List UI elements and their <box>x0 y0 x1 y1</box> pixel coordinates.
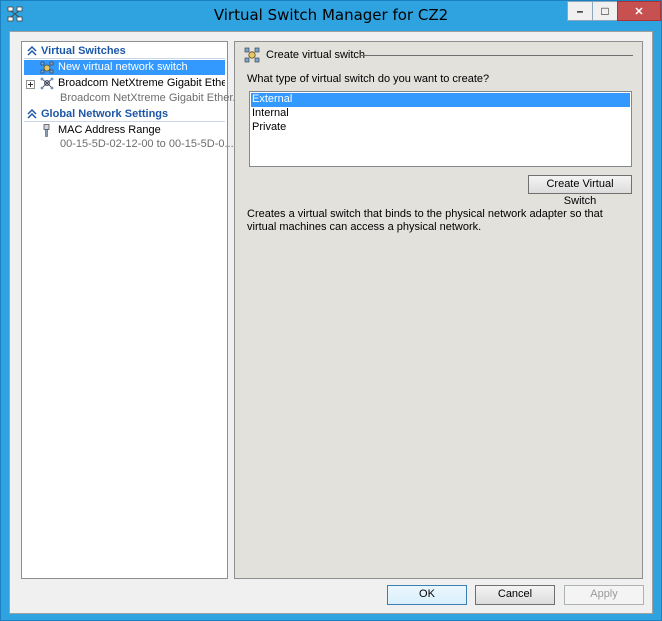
tree-item-mac-address-range[interactable]: MAC Address Range <box>24 123 225 138</box>
dialog-client-area: Virtual Switches New virtual network swi… <box>9 31 653 614</box>
expand-icon[interactable] <box>26 80 35 89</box>
section-global-network-settings[interactable]: Global Network Settings <box>24 107 225 122</box>
tree-item-label: Broadcom NetXtreme Gigabit Ether... <box>58 77 225 89</box>
tree-item-subtext: Broadcom NetXtreme Gigabit Ether... <box>60 92 242 104</box>
header-divider <box>361 55 633 56</box>
close-icon: ✕ <box>634 5 644 18</box>
switch-type-description: Creates a virtual switch that binds to t… <box>247 208 603 233</box>
tree-item-new-virtual-switch[interactable]: New virtual network switch <box>24 60 225 75</box>
switch-type-internal[interactable]: Internal <box>251 107 630 121</box>
new-switch-icon <box>40 61 54 74</box>
tree-item-label: New virtual network switch <box>58 61 188 73</box>
cancel-button[interactable]: Cancel <box>475 585 555 605</box>
minimize-icon: – <box>576 4 584 18</box>
ok-button[interactable]: OK <box>387 585 467 605</box>
section-virtual-switches[interactable]: Virtual Switches <box>24 44 225 59</box>
title-bar[interactable]: Virtual Switch Manager for CZ2 – □ ✕ <box>1 1 661 28</box>
new-switch-icon <box>244 47 260 63</box>
create-virtual-switch-button[interactable]: Create Virtual Switch <box>528 175 632 207</box>
switch-type-question: What type of virtual switch do you want … <box>247 73 490 85</box>
close-button[interactable]: ✕ <box>617 1 661 21</box>
collapse-chevron-icon <box>27 45 37 56</box>
navigation-tree[interactable]: Virtual Switches New virtual network swi… <box>21 41 242 579</box>
panel-header: Create virtual switch <box>266 49 366 61</box>
section-title: Global Network Settings <box>41 108 169 120</box>
collapse-chevron-icon <box>27 108 37 119</box>
section-title: Virtual Switches <box>41 45 126 57</box>
tree-item-label: MAC Address Range <box>58 124 161 136</box>
tree-item-broadcom-switch[interactable]: Broadcom NetXtreme Gigabit Ether... <box>24 76 225 91</box>
switch-type-listbox[interactable]: External Internal Private <box>249 91 632 167</box>
window-title: Virtual Switch Manager for CZ2 <box>213 6 449 24</box>
minimize-button[interactable]: – <box>567 1 593 21</box>
switch-type-private[interactable]: Private <box>251 121 630 135</box>
switch-type-external[interactable]: External <box>251 93 630 107</box>
mac-address-icon <box>43 124 50 137</box>
maximize-button[interactable]: □ <box>592 1 618 21</box>
tree-item-subtext: 00-15-5D-02-12-00 to 00-15-5D-0... <box>60 138 234 150</box>
network-switch-icon <box>40 77 54 90</box>
maximize-icon: □ <box>601 4 609 18</box>
virtual-switch-manager-window: Virtual Switch Manager for CZ2 – □ ✕ Vir… <box>0 0 662 621</box>
apply-button[interactable]: Apply <box>564 585 644 605</box>
create-switch-panel: Create virtual switch What type of virtu… <box>234 41 643 579</box>
